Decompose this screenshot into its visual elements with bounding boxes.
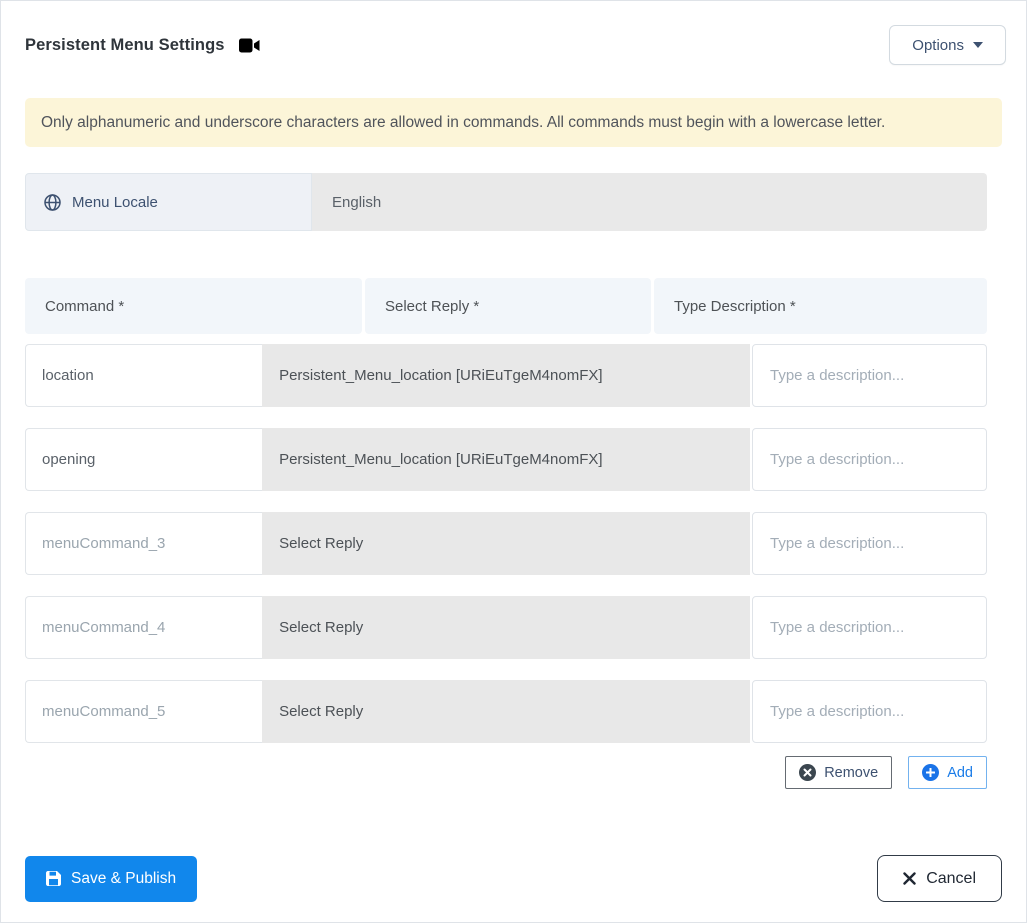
- chevron-down-icon: [973, 42, 983, 48]
- options-button-label: Options: [912, 36, 964, 54]
- menu-locale-value-text: English: [332, 193, 382, 211]
- cancel-button-label: Cancel: [926, 869, 976, 887]
- select-reply-dropdown[interactable]: Persistent_Menu_location [URiEuTgeM4nomF…: [262, 428, 750, 491]
- menu-locale-label: Menu Locale: [72, 193, 158, 211]
- persistent-menu-settings-panel: Persistent Menu Settings Options Only al…: [0, 0, 1027, 923]
- add-row-button[interactable]: Add: [908, 756, 987, 789]
- command-input[interactable]: [25, 512, 263, 575]
- save-publish-button[interactable]: Save & Publish: [25, 855, 198, 902]
- command-input[interactable]: [25, 596, 263, 659]
- table-row: Persistent_Menu_location [URiEuTgeM4nomF…: [25, 428, 987, 491]
- remove-circle-icon: [799, 764, 817, 781]
- command-rules-alert-text: Only alphanumeric and underscore charact…: [41, 113, 886, 131]
- save-publish-label: Save & Publish: [71, 869, 177, 887]
- table-row: Persistent_Menu_location [URiEuTgeM4nomF…: [25, 344, 987, 407]
- select-reply-value: Select Reply: [279, 703, 364, 720]
- panel-footer: Save & Publish Cancel: [1, 855, 1026, 902]
- add-button-label: Add: [947, 764, 973, 781]
- save-icon: [46, 871, 61, 886]
- column-header-command: Command *: [25, 278, 362, 334]
- command-input[interactable]: [25, 428, 263, 491]
- description-input[interactable]: [752, 428, 987, 491]
- description-input[interactable]: [752, 596, 987, 659]
- options-button[interactable]: Options: [889, 25, 1006, 65]
- panel-header: Persistent Menu Settings Options: [25, 25, 1006, 65]
- menu-locale-value: English: [312, 173, 987, 231]
- command-input[interactable]: [25, 680, 263, 743]
- table-row: Select Reply: [25, 680, 987, 743]
- column-header-type-description: Type Description *: [654, 278, 987, 334]
- column-header-select-reply: Select Reply *: [365, 278, 651, 334]
- remove-button-label: Remove: [824, 764, 879, 781]
- select-reply-dropdown[interactable]: Select Reply: [262, 596, 750, 659]
- menu-locale-row: Menu Locale English: [25, 173, 987, 231]
- select-reply-dropdown[interactable]: Select Reply: [262, 680, 750, 743]
- row-actions: Remove Add: [25, 756, 987, 789]
- select-reply-dropdown[interactable]: Select Reply: [262, 512, 750, 575]
- description-input[interactable]: [752, 512, 987, 575]
- table-row: Select Reply: [25, 512, 987, 575]
- description-input[interactable]: [752, 680, 987, 743]
- table-header-row: Command * Select Reply * Type Descriptio…: [25, 278, 987, 334]
- add-circle-icon: [922, 764, 940, 781]
- close-icon: [903, 872, 916, 885]
- menu-locale-label-cell: Menu Locale: [25, 173, 312, 231]
- globe-icon: [44, 193, 61, 211]
- description-input[interactable]: [752, 344, 987, 407]
- select-reply-value: Persistent_Menu_location [URiEuTgeM4nomF…: [279, 451, 603, 468]
- command-rules-alert: Only alphanumeric and underscore charact…: [25, 98, 1002, 147]
- select-reply-value: Select Reply: [279, 535, 364, 552]
- table-row: Select Reply: [25, 596, 987, 659]
- cancel-button[interactable]: Cancel: [877, 855, 1002, 902]
- select-reply-value: Select Reply: [279, 619, 364, 636]
- command-input[interactable]: [25, 344, 263, 407]
- remove-row-button[interactable]: Remove: [785, 756, 893, 789]
- select-reply-dropdown[interactable]: Persistent_Menu_location [URiEuTgeM4nomF…: [262, 344, 750, 407]
- page-title: Persistent Menu Settings: [25, 35, 225, 54]
- video-camera-icon: [238, 38, 260, 53]
- select-reply-value: Persistent_Menu_location [URiEuTgeM4nomF…: [279, 367, 603, 384]
